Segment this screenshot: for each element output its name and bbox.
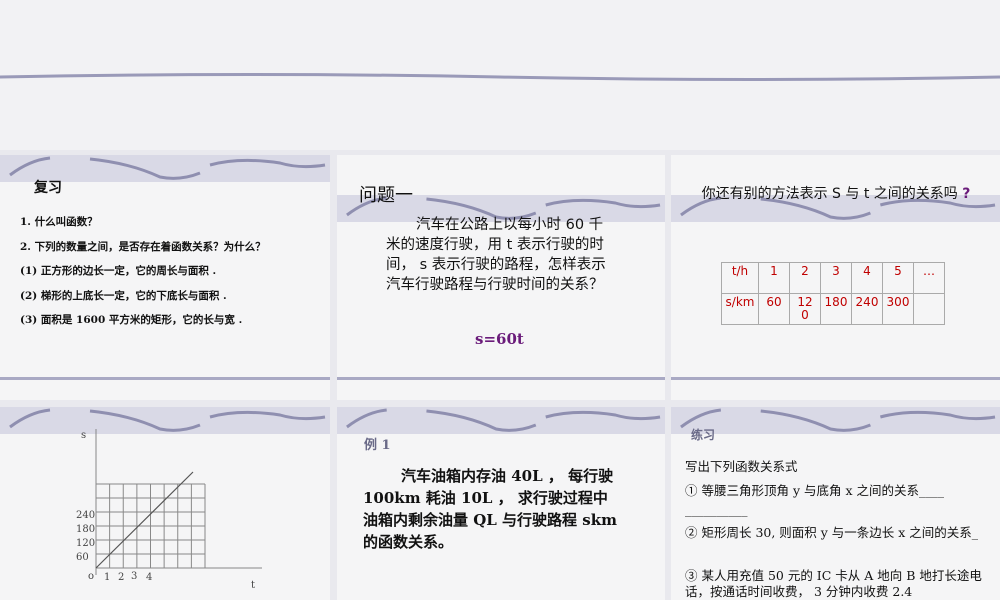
slide-title: 复习 <box>34 180 62 196</box>
slide-graph[interactable]: s t o 60 120 180 240 1 2 3 4 <box>0 407 330 600</box>
slide-title: 你还有别的方法表示 S 与 t 之间的关系吗 ? <box>686 185 986 203</box>
cell: 300 <box>882 293 914 325</box>
practice-item: ② 矩形周长 30, 则面积 y 与一条边长 x 之间的关系_ <box>685 525 979 540</box>
cell: 180 <box>820 293 852 325</box>
cell: 4 <box>851 262 883 294</box>
cell <box>913 293 945 325</box>
answer-formula: s=60t <box>475 330 524 348</box>
cell: 2 <box>789 262 821 294</box>
decorative-line <box>0 73 1000 81</box>
cell: 240 <box>851 293 883 325</box>
wave-band <box>671 407 1000 434</box>
question-mark: ? <box>962 186 971 202</box>
practice-item: ③ 某人用充值 50 元的 IC 卡从 A 地向 B 地打长途电话，按通话时间收… <box>685 568 982 599</box>
origin-label: o <box>88 571 94 582</box>
cell: … <box>913 262 945 294</box>
slide-title: 问题一 <box>359 185 413 206</box>
cell: 60 <box>758 293 790 325</box>
divider <box>0 377 330 380</box>
slide-problem1[interactable]: 问题一 汽车在公路上以每小时 60 千米的速度行驶，用 t 表示行驶的时间， s… <box>337 155 665 400</box>
grid <box>95 483 206 569</box>
slide-table[interactable]: 你还有别的方法表示 S 与 t 之间的关系吗 ? t/h 1 2 3 4 5 …… <box>671 155 1000 400</box>
x-axis-label: t <box>251 580 255 591</box>
title-text: 你还有别的方法表示 S 与 t 之间的关系吗 <box>701 186 958 202</box>
divider <box>337 377 665 380</box>
table-row: s/km 60 120 180 240 300 <box>721 293 945 325</box>
practice-intro: 写出下列函数关系式 <box>685 459 798 474</box>
list-item: 2. 下列的数量之间，是否存在着函数关系？为什么？ <box>20 240 266 253</box>
cell: 120 <box>789 293 821 325</box>
y-tick-label: 60 <box>76 552 89 563</box>
slide-title: 例 1 <box>364 438 391 453</box>
cell: t/h <box>721 262 759 294</box>
x-tick-label: 3 <box>131 571 137 582</box>
wave-band <box>337 407 665 434</box>
y-axis-label: s <box>81 430 86 441</box>
x-tick-label: 1 <box>104 572 110 583</box>
cell: 3 <box>820 262 852 294</box>
y-tick-label: 240 <box>76 510 95 521</box>
example-text: 汽车油箱内存油 40L ， 每行驶 100km 耗油 10L ， 求行驶过程中油… <box>363 467 617 551</box>
slide-review[interactable]: 复习 1. 什么叫函数？ 2. 下列的数量之间，是否存在着函数关系？为什么？ (… <box>0 155 330 400</box>
review-list: 1. 什么叫函数？ 2. 下列的数量之间，是否存在着函数关系？为什么？ (1) … <box>20 210 266 333</box>
list-item: (2) 梯形的上底长一定，它的下底长与面积 . <box>20 289 227 302</box>
slide-title: 练习 <box>691 428 716 442</box>
divider <box>671 377 1000 380</box>
x-tick-label: 4 <box>146 572 152 583</box>
cell: 5 <box>882 262 914 294</box>
list-item: (1) 正方形的边长一定，它的周长与面积 . <box>20 265 217 277</box>
table-row: t/h 1 2 3 4 5 … <box>721 262 945 294</box>
problem-text: 汽车在公路上以每小时 60 千米的速度行驶，用 t 表示行驶的时间， s 表示行… <box>386 217 606 293</box>
background-top <box>0 0 1000 150</box>
data-table: t/h 1 2 3 4 5 … s/km 60 120 180 240 300 <box>721 262 945 325</box>
slide-example1[interactable]: 例 1 汽车油箱内存油 40L ， 每行驶 100km 耗油 10L ， 求行驶… <box>337 407 665 600</box>
practice-item: ① 等腰三角形顶角 y 与底角 x 之间的关系____ __________ <box>685 483 944 517</box>
slide-practice[interactable]: 练习 写出下列函数关系式 ① 等腰三角形顶角 y 与底角 x 之间的关系____… <box>671 407 1000 600</box>
list-item: (3) 面积是 1600 平方米的矩形，它的长与宽 . <box>20 314 243 326</box>
cell: 1 <box>758 262 790 294</box>
y-tick-label: 180 <box>76 524 95 535</box>
list-item: 1. 什么叫函数？ <box>20 216 98 228</box>
cell: s/km <box>721 293 759 325</box>
s-t-graph: s t o 60 120 180 240 1 2 3 4 <box>76 429 262 591</box>
y-tick-label: 120 <box>76 538 95 549</box>
x-tick-label: 2 <box>118 572 124 583</box>
